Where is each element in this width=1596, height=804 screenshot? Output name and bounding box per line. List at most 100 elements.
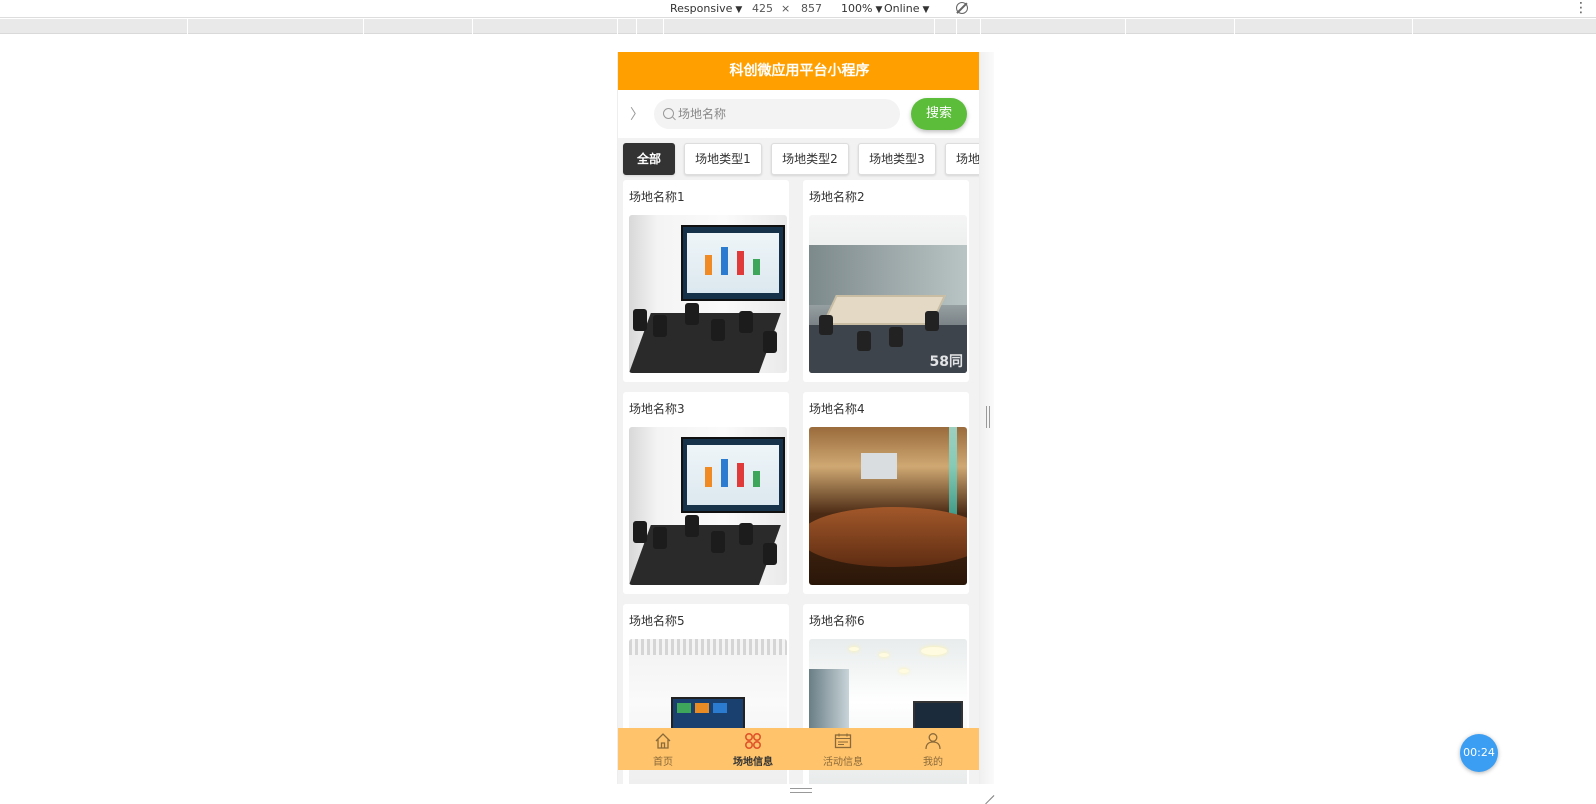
chair	[763, 543, 777, 565]
network-throttle-dropdown[interactable]: Online ▼	[884, 1, 929, 17]
venue-card[interactable]: 场地名称3	[623, 392, 789, 594]
projector-screen	[861, 453, 897, 479]
chair	[739, 311, 753, 333]
chair	[925, 311, 939, 331]
ruler-tick	[1234, 19, 1235, 34]
tab-venue-type-2[interactable]: 场地类型2	[771, 143, 849, 175]
nav-mine[interactable]: 我的	[888, 728, 978, 770]
conference-table	[629, 525, 781, 585]
chair	[653, 527, 667, 549]
venue-name: 场地名称4	[809, 402, 865, 416]
chair	[685, 303, 699, 325]
chair	[711, 531, 725, 553]
screen-content	[687, 445, 779, 505]
conference-table	[809, 507, 967, 567]
chair	[819, 315, 833, 335]
rotate-icon[interactable]	[956, 2, 968, 14]
chart-bar	[721, 459, 728, 487]
recording-timer[interactable]: 00:24	[1460, 734, 1498, 772]
bottom-resize-handle[interactable]	[790, 788, 812, 793]
app-title: 科创微应用平台小程序	[729, 63, 870, 79]
ceiling-light	[899, 669, 909, 673]
home-icon	[655, 733, 671, 749]
ruler-tick	[472, 19, 473, 34]
chevron-down-icon: ▼	[922, 5, 930, 15]
viewport-height-input[interactable]: 857	[801, 1, 822, 17]
venue-card[interactable]: 场地名称4	[803, 392, 969, 594]
ruler-tick	[663, 19, 664, 34]
chair	[857, 331, 871, 351]
device-mode-dropdown[interactable]: Responsive ▼	[670, 1, 742, 17]
mobile-viewport: 科创微应用平台小程序 〉 搜索 全部 场地类型1 场地类型2 场地类型3 场地 …	[617, 52, 980, 784]
nav-label: 活动信息	[823, 757, 863, 768]
tab-venue-type-1[interactable]: 场地类型1	[684, 143, 762, 175]
tab-all[interactable]: 全部	[623, 143, 675, 175]
venue-card[interactable]: 场地名称1	[623, 180, 789, 382]
venue-card[interactable]: 场地名称2 58同	[803, 180, 969, 382]
network-label: Online	[884, 2, 920, 15]
calendar-icon	[834, 733, 852, 749]
ruler-tick	[617, 19, 618, 34]
venue-type-tabs: 全部 场地类型1 场地类型2 场地类型3 场地	[618, 138, 979, 178]
presentation-screen	[681, 437, 785, 513]
venue-photo[interactable]	[809, 427, 967, 585]
chair	[739, 523, 753, 545]
chair	[685, 515, 699, 537]
photo-watermark: 58同	[929, 354, 963, 370]
nav-venue-info[interactable]: 场地信息	[708, 728, 798, 770]
search-button[interactable]: 搜索	[911, 98, 967, 130]
chair	[763, 331, 777, 353]
tab-venue-type-3[interactable]: 场地类型3	[858, 143, 936, 175]
more-options-icon[interactable]: ⋮	[1574, 0, 1588, 16]
app-header: 科创微应用平台小程序	[618, 52, 979, 90]
back-chevron-icon[interactable]: 〉	[630, 104, 644, 124]
venue-photo[interactable]	[629, 427, 787, 585]
chart-bar	[737, 463, 744, 487]
search-field[interactable]	[654, 99, 900, 129]
tab-venue-type-4[interactable]: 场地	[945, 143, 979, 175]
chair	[633, 521, 647, 543]
venue-name: 场地名称2	[809, 190, 865, 204]
screen-content	[687, 233, 779, 293]
search-input[interactable]	[678, 99, 888, 129]
zoom-label: 100%	[841, 2, 873, 15]
screen-tile	[695, 703, 709, 713]
presentation-screen	[681, 225, 785, 301]
chair	[889, 327, 903, 347]
chart-bar	[705, 255, 712, 275]
chair	[633, 309, 647, 331]
devtools-device-toolbar: Responsive ▼ 425 × 857 100% ▼ Online ▼ ⋮	[0, 0, 1596, 18]
user-icon	[925, 733, 941, 750]
search-bar: 〉 搜索	[618, 90, 979, 138]
right-resize-handle[interactable]	[986, 406, 990, 428]
ruler-tick	[187, 19, 188, 34]
venue-name: 场地名称5	[629, 614, 685, 628]
ceiling-light	[849, 647, 859, 651]
viewport-width-input[interactable]: 425	[752, 1, 773, 17]
device-mode-label: Responsive	[670, 2, 733, 15]
nav-label: 我的	[923, 757, 943, 768]
venue-name: 场地名称1	[629, 190, 685, 204]
corner-resize-handle[interactable]	[982, 784, 994, 796]
venue-photo[interactable]: 58同	[809, 215, 967, 373]
ruler-tick	[980, 19, 981, 34]
ruler-tick	[934, 19, 935, 34]
wall-light	[949, 427, 957, 517]
ruler-tick	[1125, 19, 1126, 34]
screen-tile	[677, 703, 691, 713]
nav-home[interactable]: 首页	[618, 728, 708, 770]
chart-bar	[737, 251, 744, 275]
ceiling-light	[921, 647, 947, 655]
chart-bar	[721, 247, 728, 275]
ruler-tick	[1412, 19, 1413, 34]
venue-name: 场地名称6	[809, 614, 865, 628]
nav-activity-info[interactable]: 活动信息	[798, 728, 888, 770]
nav-label: 场地信息	[733, 757, 773, 768]
venue-name: 场地名称3	[629, 402, 685, 416]
chair	[711, 319, 725, 341]
dimension-separator: ×	[781, 2, 791, 15]
zoom-dropdown[interactable]: 100% ▼	[841, 1, 882, 17]
chevron-down-icon: ▼	[875, 5, 883, 15]
nav-label: 首页	[653, 757, 673, 768]
venue-photo[interactable]	[629, 215, 787, 373]
